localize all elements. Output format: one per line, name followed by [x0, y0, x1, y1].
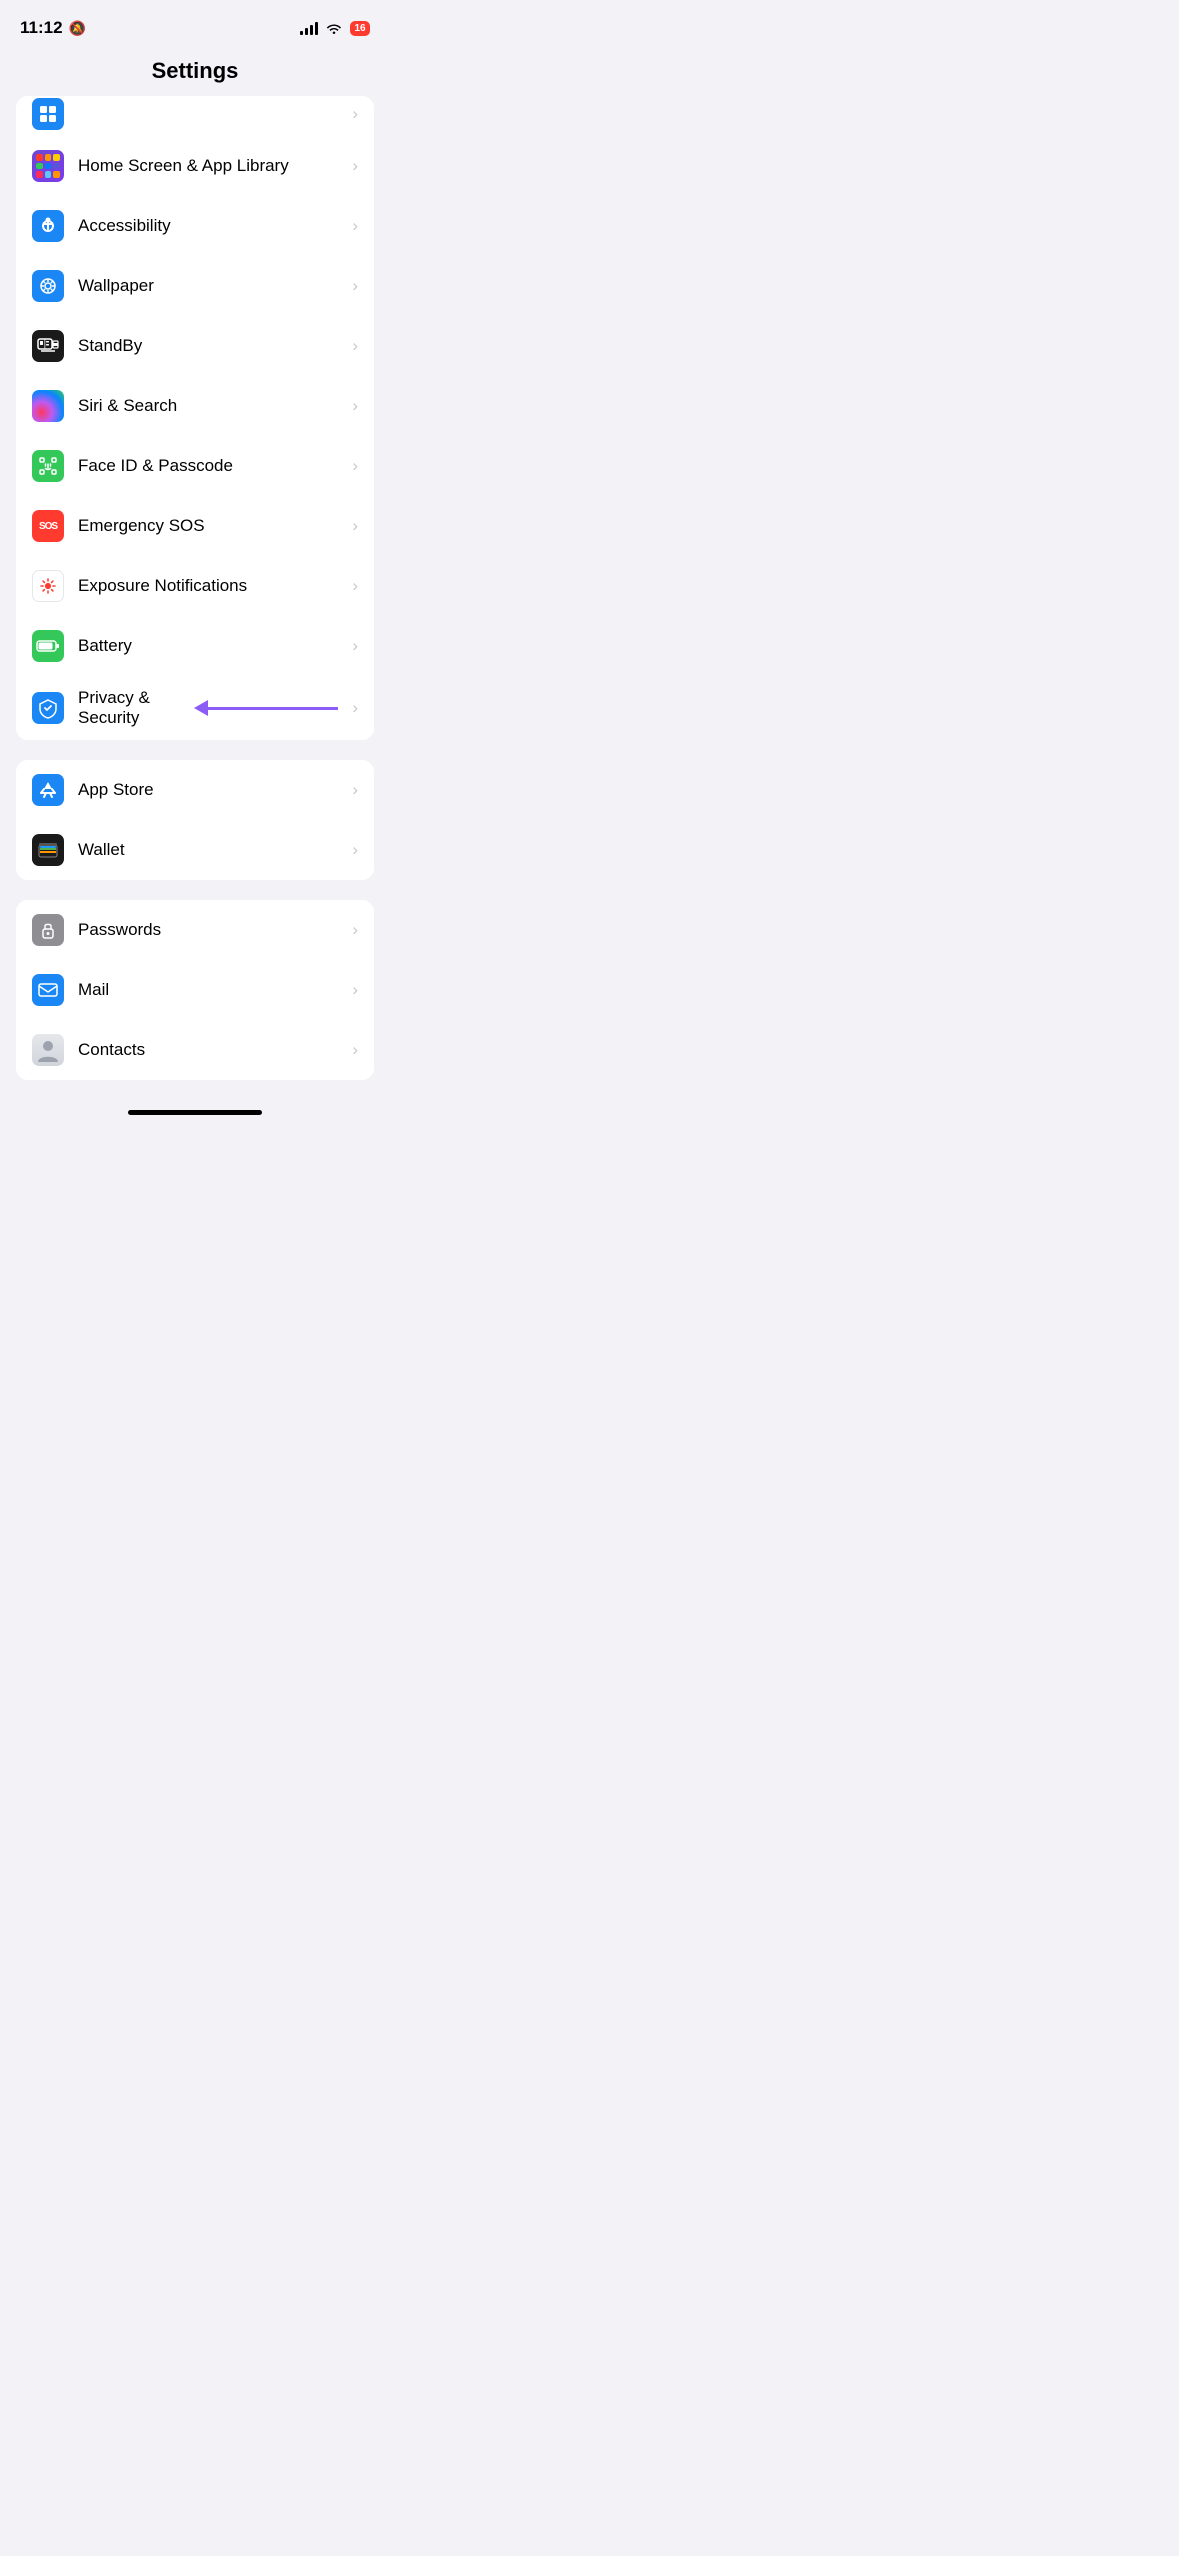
home-indicator: [0, 1100, 390, 1123]
list-item[interactable]: ›: [16, 96, 374, 136]
privacy-annotation: ›: [194, 698, 358, 718]
wallpaper-chevron: ›: [352, 276, 358, 296]
standby-icon: [32, 330, 64, 362]
list-item[interactable]: Wallpaper ›: [16, 256, 374, 316]
home-screen-chevron: ›: [352, 156, 358, 176]
privacy-icon: [32, 692, 64, 724]
sos-chevron: ›: [352, 516, 358, 536]
list-item[interactable]: Passwords ›: [16, 900, 374, 960]
exposure-chevron: ›: [352, 576, 358, 596]
appstore-icon: [32, 774, 64, 806]
settings-section-system: › Home Screen & App Library ›: [16, 96, 374, 740]
standby-label: StandBy: [78, 336, 346, 356]
home-screen-grid-icon: [32, 150, 64, 182]
list-item[interactable]: StandBy ›: [16, 316, 374, 376]
time-display: 11:12: [20, 18, 63, 38]
home-bar: [128, 1110, 262, 1115]
battery-icon: [32, 630, 64, 662]
accessibility-label: Accessibility: [78, 216, 346, 236]
list-item[interactable]: Exposure Notifications ›: [16, 556, 374, 616]
list-item[interactable]: Battery ›: [16, 616, 374, 676]
emergency-sos-label: Emergency SOS: [78, 516, 346, 536]
faceid-label: Face ID & Passcode: [78, 456, 346, 476]
wallpaper-icon: [32, 270, 64, 302]
wallet-icon: [32, 834, 64, 866]
mute-icon: 🔕: [69, 20, 86, 37]
page-header: Settings: [0, 50, 390, 96]
appstore-chevron: ›: [352, 780, 358, 800]
contacts-icon: [32, 1034, 64, 1066]
partial-icon: [32, 98, 64, 130]
status-time: 11:12 🔕: [20, 18, 86, 38]
settings-section-apps2: Passwords › Mail › Contacts ›: [16, 900, 374, 1080]
partial-row-icon: [37, 103, 59, 125]
home-screen-icon: [32, 150, 64, 182]
sos-icon: SOS: [32, 510, 64, 542]
faceid-chevron: ›: [352, 456, 358, 476]
status-right-icons: 16: [300, 21, 370, 36]
contacts-chevron: ›: [352, 1040, 358, 1060]
home-screen-label: Home Screen & App Library: [78, 156, 346, 176]
wifi-icon: [325, 21, 343, 35]
status-bar: 11:12 🔕 16: [0, 0, 390, 50]
passwords-icon: [32, 914, 64, 946]
mail-icon: [32, 974, 64, 1006]
list-item[interactable]: Contacts ›: [16, 1020, 374, 1080]
wallet-label: Wallet: [78, 840, 346, 860]
battery-label: Battery: [78, 636, 346, 656]
privacy-chevron: ›: [352, 698, 358, 718]
standby-chevron: ›: [352, 336, 358, 356]
battery-level-badge: 16: [350, 21, 370, 36]
purple-annotation-arrow: [194, 700, 338, 716]
list-item[interactable]: Accessibility ›: [16, 196, 374, 256]
battery-chevron: ›: [352, 636, 358, 656]
accessibility-icon: [32, 210, 64, 242]
settings-section-apps: App Store › Wallet ›: [16, 760, 374, 880]
exposure-label: Exposure Notifications: [78, 576, 346, 596]
exposure-icon: [32, 570, 64, 602]
signal-icon: [300, 21, 318, 35]
list-item[interactable]: Mail ›: [16, 960, 374, 1020]
passwords-chevron: ›: [352, 920, 358, 940]
siri-icon: [32, 390, 64, 422]
wallpaper-label: Wallpaper: [78, 276, 346, 296]
list-item[interactable]: Home Screen & App Library ›: [16, 136, 374, 196]
siri-search-label: Siri & Search: [78, 396, 346, 416]
mail-chevron: ›: [352, 980, 358, 1000]
appstore-label: App Store: [78, 780, 346, 800]
partial-chevron: ›: [352, 104, 358, 124]
list-item[interactable]: Wallet ›: [16, 820, 374, 880]
list-item[interactable]: Face ID & Passcode ›: [16, 436, 374, 496]
siri-chevron: ›: [352, 396, 358, 416]
list-item[interactable]: App Store ›: [16, 760, 374, 820]
privacy-label: Privacy & Security: [78, 688, 194, 728]
page-title: Settings: [0, 58, 390, 84]
mail-label: Mail: [78, 980, 346, 1000]
list-item[interactable]: SOS Emergency SOS ›: [16, 496, 374, 556]
list-item[interactable]: Siri & Search ›: [16, 376, 374, 436]
accessibility-chevron: ›: [352, 216, 358, 236]
list-item[interactable]: Privacy & Security ›: [16, 676, 374, 740]
contacts-label: Contacts: [78, 1040, 346, 1060]
sos-text: SOS: [39, 521, 57, 532]
wallet-chevron: ›: [352, 840, 358, 860]
faceid-icon: [32, 450, 64, 482]
passwords-label: Passwords: [78, 920, 346, 940]
